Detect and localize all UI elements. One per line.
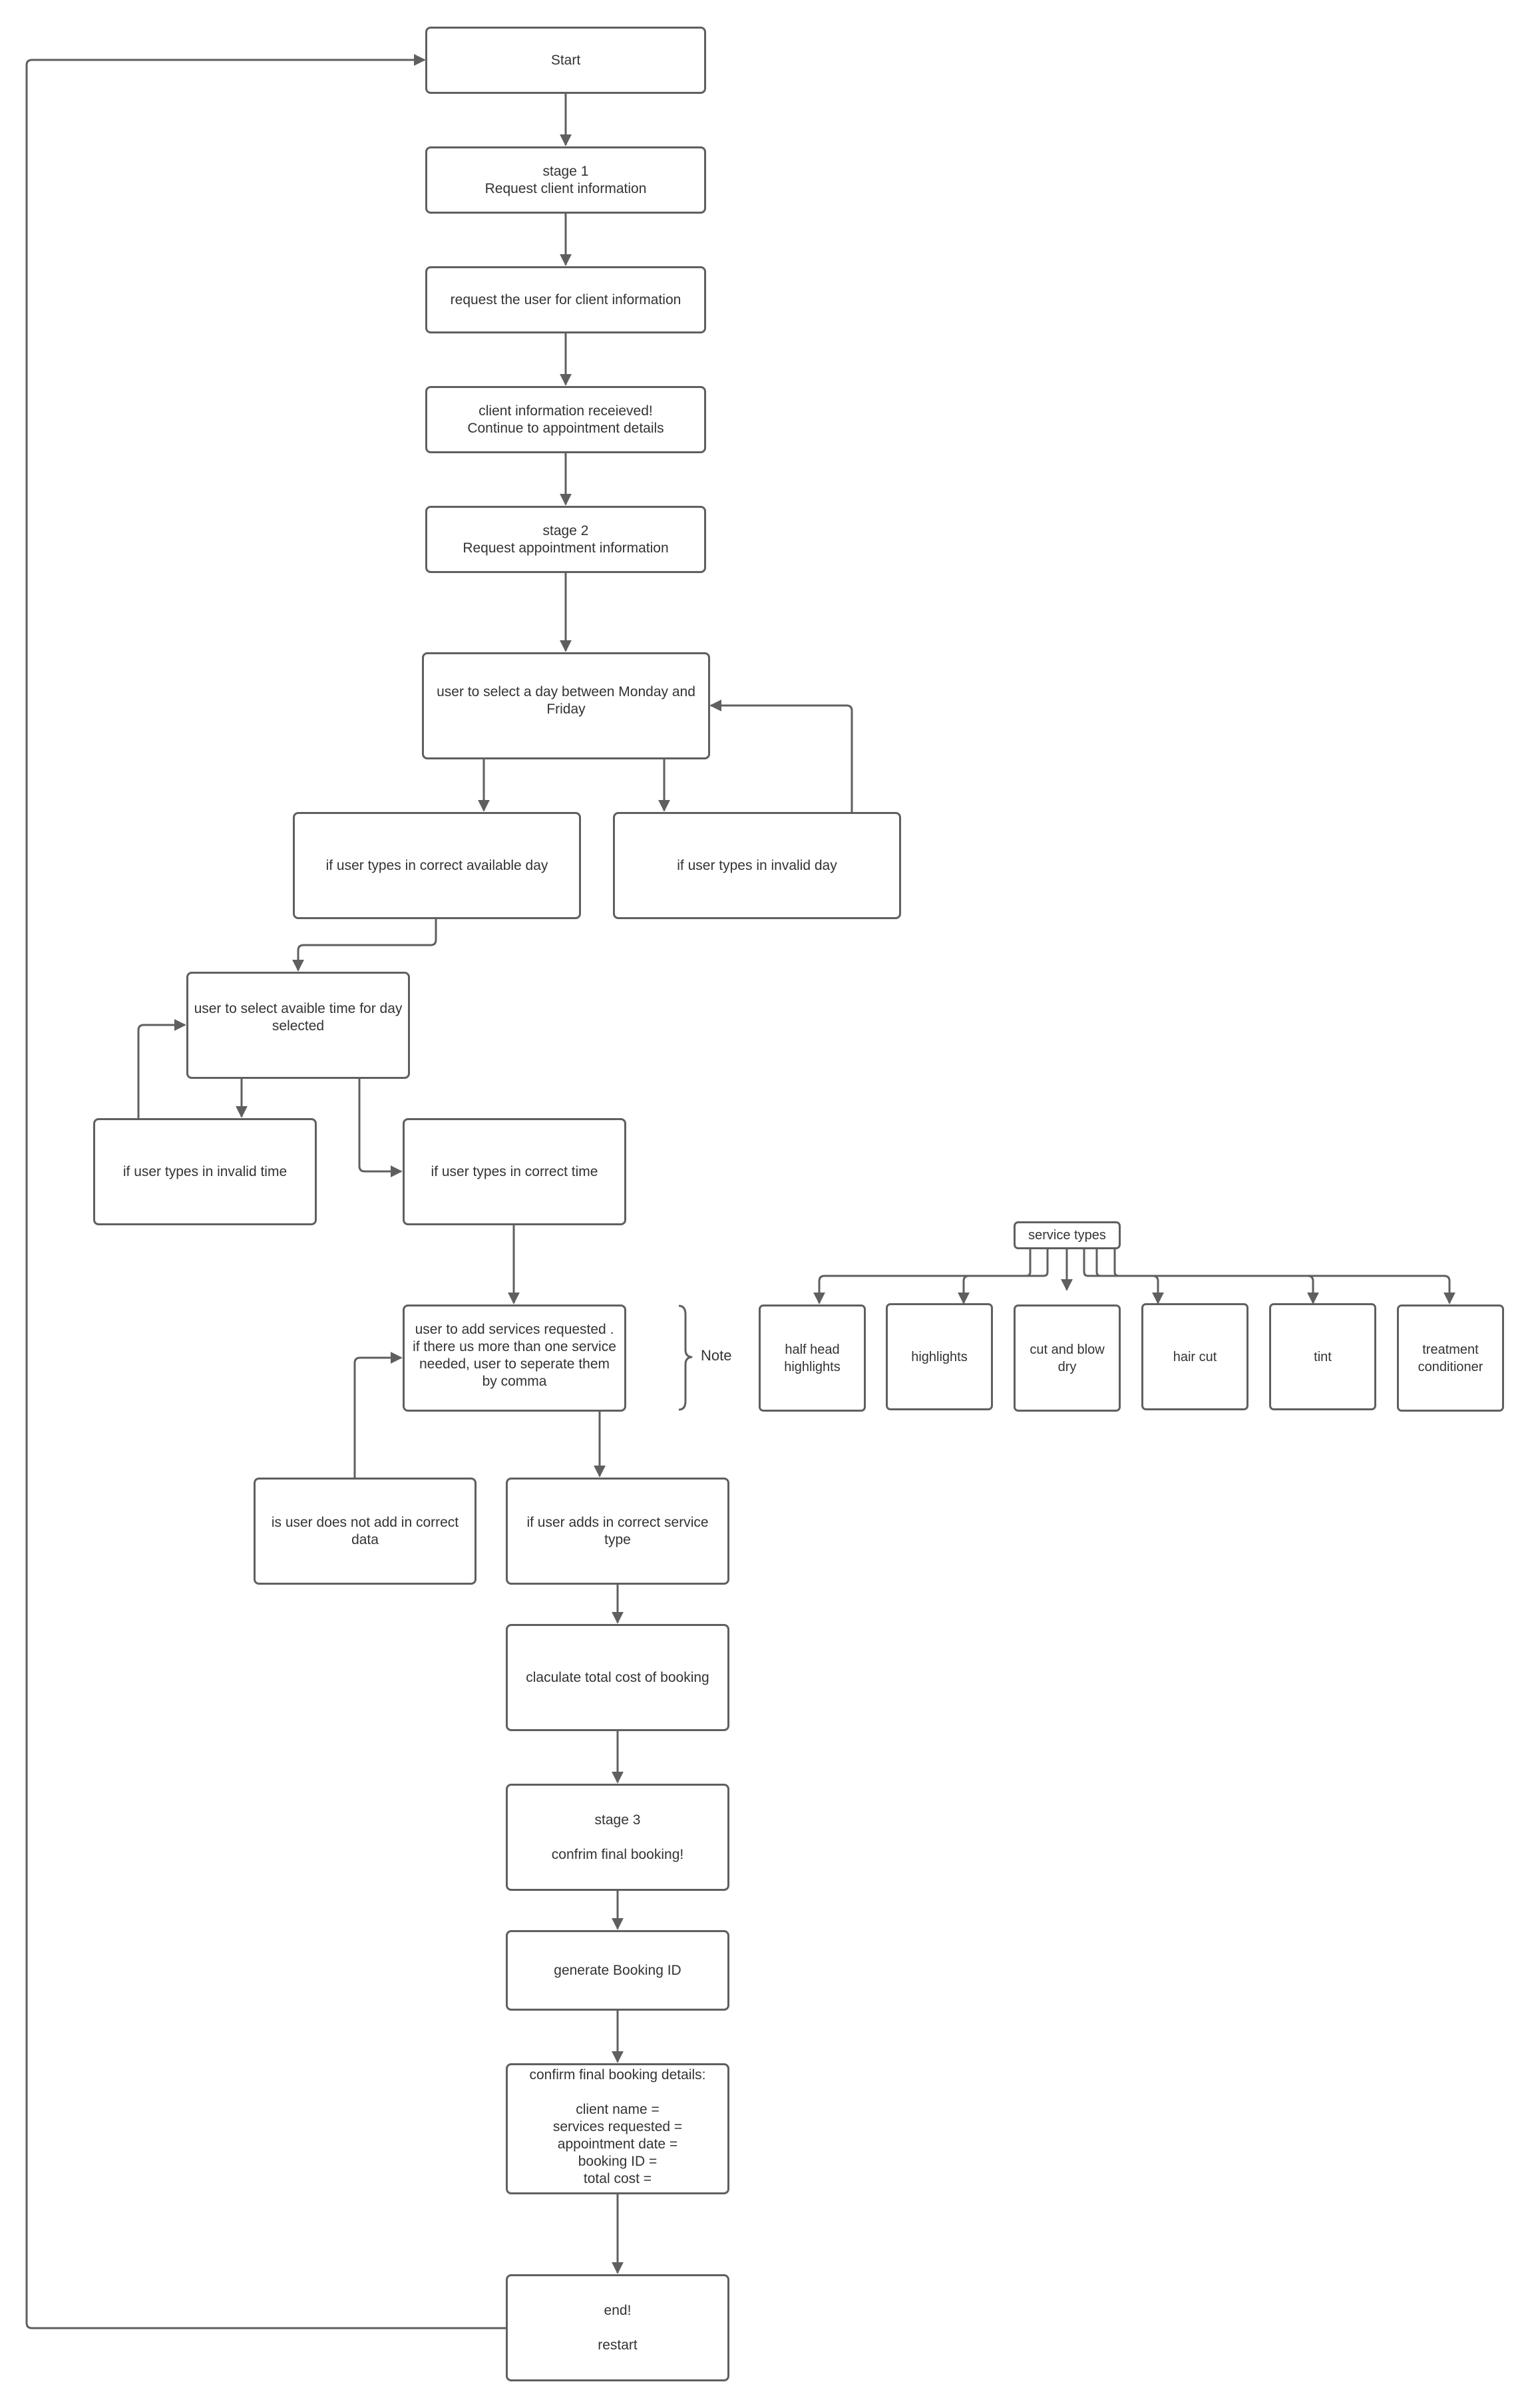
node-correct-time-label: if user types in correct time: [431, 1163, 598, 1179]
node-correct-time[interactable]: if user types in correct time: [403, 1118, 626, 1225]
node-stage-2-label: stage 2 Request appointment information: [463, 522, 669, 556]
service-type-box[interactable]: tint: [1269, 1303, 1376, 1410]
node-correct-day[interactable]: if user types in correct available day: [293, 812, 581, 919]
edge-correctday-selecttime: [292, 918, 437, 972]
node-start-label: Start: [550, 52, 581, 68]
node-service-types[interactable]: service types: [1014, 1221, 1121, 1249]
node-incorrect-data[interactable]: is user does not add in correct data: [254, 1478, 477, 1585]
node-select-time-label: user to select avaible time for day sele…: [194, 1001, 403, 1034]
node-invalid-day[interactable]: if user types in invalid day: [613, 812, 901, 919]
node-invalid-time-label: if user types in invalid time: [122, 1163, 287, 1179]
node-invalid-time[interactable]: if user types in invalid time: [93, 1118, 317, 1225]
node-end-restart[interactable]: end! restart: [506, 2274, 729, 2381]
service-type-label: treatment conditioner: [1418, 1342, 1483, 1374]
node-confirm-details[interactable]: confirm final booking details: client na…: [506, 2063, 729, 2194]
service-type-box[interactable]: cut and blow dry: [1014, 1304, 1121, 1412]
service-type-box[interactable]: hair cut: [1141, 1303, 1248, 1410]
node-add-services-label: user to add services requested . if ther…: [413, 1322, 616, 1389]
node-request-client-info-label: request the user for client information: [450, 292, 681, 307]
edge-incorrectdata-addservices: [353, 1352, 403, 1478]
node-incorrect-data-label: is user does not add in correct data: [271, 1514, 459, 1547]
node-generate-booking-id-label: generate Booking ID: [554, 1962, 681, 1978]
service-type-label: highlights: [911, 1349, 968, 1364]
node-correct-service[interactable]: if user adds in correct service type: [506, 1478, 729, 1585]
service-type-label: cut and blow dry: [1030, 1342, 1105, 1374]
node-add-services[interactable]: user to add services requested . if ther…: [403, 1304, 626, 1412]
node-calculate-cost[interactable]: claculate total cost of booking: [506, 1624, 729, 1731]
node-select-time[interactable]: user to select avaible time for day sele…: [186, 972, 410, 1079]
node-stage-1[interactable]: stage 1 Request client information: [425, 146, 706, 214]
service-type-label: half head highlights: [784, 1342, 841, 1374]
edge-servicetypes-highlights: [958, 1249, 1049, 1304]
node-client-info-received-label: client information receieved! Continue t…: [467, 403, 664, 436]
edge-servicetypes-treatment: [1113, 1249, 1455, 1304]
note-label: Note: [701, 1347, 732, 1364]
service-type-label: tint: [1314, 1349, 1332, 1364]
node-start[interactable]: Start: [425, 27, 706, 94]
node-select-day[interactable]: user to select a day between Monday and …: [422, 652, 710, 759]
service-type-box[interactable]: treatment conditioner: [1397, 1304, 1504, 1412]
service-type-box[interactable]: highlights: [886, 1303, 993, 1410]
edge-invalidtime-selecttime: [137, 1019, 186, 1118]
node-end-restart-label: end! restart: [598, 2302, 638, 2353]
node-generate-booking-id[interactable]: generate Booking ID: [506, 1930, 729, 2011]
flowchart-canvas: Start stage 1 Request client information…: [0, 0, 1530, 2408]
node-correct-day-label: if user types in correct available day: [325, 857, 548, 873]
node-confirm-details-label: confirm final booking details: client na…: [529, 2067, 706, 2186]
node-stage-3-label: stage 3 confrim final booking!: [551, 1812, 684, 1862]
node-stage-1-label: stage 1 Request client information: [484, 163, 647, 196]
node-invalid-day-label: if user types in invalid day: [677, 857, 837, 873]
note-brace: [678, 1304, 693, 1411]
node-stage-2[interactable]: stage 2 Request appointment information: [425, 506, 706, 573]
node-stage-3[interactable]: stage 3 confrim final booking!: [506, 1784, 729, 1891]
node-request-client-info[interactable]: request the user for client information: [425, 266, 706, 333]
node-select-day-label: user to select a day between Monday and …: [437, 684, 695, 717]
service-type-box[interactable]: half head highlights: [759, 1304, 866, 1412]
node-correct-service-label: if user adds in correct service type: [526, 1514, 709, 1547]
node-service-types-label: service types: [1028, 1228, 1106, 1243]
edge-selecttime-correcttime: [358, 1078, 403, 1177]
node-client-info-received[interactable]: client information receieved! Continue t…: [425, 386, 706, 453]
edge-invalidday-selectday: [709, 700, 853, 812]
service-type-label: hair cut: [1173, 1349, 1217, 1364]
node-calculate-cost-label: claculate total cost of booking: [526, 1669, 709, 1685]
